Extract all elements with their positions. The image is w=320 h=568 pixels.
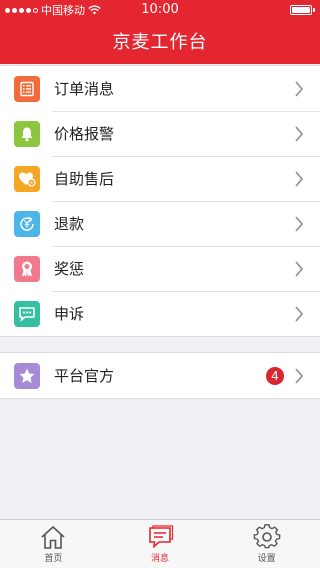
menu-item-label: 退款 bbox=[54, 215, 85, 233]
menu-item-price-alert[interactable]: 价格报警 bbox=[0, 111, 320, 156]
tab-settings[interactable]: 设置 bbox=[213, 520, 320, 568]
tab-label: 设置 bbox=[257, 554, 276, 564]
menu-item-refund[interactable]: 退款 bbox=[0, 201, 320, 246]
tab-messages[interactable]: 消息 bbox=[107, 520, 214, 568]
menu-item-label: 申诉 bbox=[54, 305, 85, 323]
menu-item-appeal[interactable]: 申诉 bbox=[0, 291, 320, 336]
home-icon bbox=[41, 525, 65, 549]
menu-item-platform-official[interactable]: 平台官方 4 bbox=[0, 353, 320, 398]
page-title: 京麦工作台 bbox=[112, 32, 208, 53]
official-list: 平台官方 4 bbox=[0, 352, 320, 399]
chevron-right-icon bbox=[295, 260, 304, 277]
message-icon bbox=[149, 525, 174, 549]
menu-item-reward-penalty[interactable]: 奖惩 bbox=[0, 246, 320, 291]
order-list-icon bbox=[14, 75, 40, 102]
tab-label: 消息 bbox=[151, 554, 170, 564]
chevron-right-icon bbox=[295, 170, 304, 187]
unread-count-badge: 4 bbox=[266, 366, 284, 385]
tab-label: 首页 bbox=[44, 554, 63, 564]
refund-yen-icon bbox=[14, 210, 40, 237]
heart-icon bbox=[14, 165, 40, 192]
menu-item-label: 平台官方 bbox=[54, 367, 115, 385]
menu-item-label: 订单消息 bbox=[54, 80, 115, 98]
chevron-right-icon bbox=[295, 80, 304, 97]
chevron-right-icon bbox=[295, 305, 304, 322]
tab-home[interactable]: 首页 bbox=[0, 520, 107, 568]
chevron-right-icon bbox=[295, 215, 304, 232]
menu-item-self-service[interactable]: 自助售后 bbox=[0, 156, 320, 201]
status-time: 10:00 bbox=[141, 2, 179, 17]
menu-item-label: 奖惩 bbox=[54, 260, 85, 278]
bell-icon bbox=[14, 120, 40, 147]
chevron-right-icon bbox=[295, 125, 304, 142]
star-icon bbox=[14, 362, 40, 389]
menu-item-order[interactable]: 订单消息 bbox=[0, 66, 320, 111]
menu-list: 订单消息 价格报警 自助售后 退款 奖惩 申诉 bbox=[0, 65, 320, 337]
gear-icon bbox=[253, 524, 281, 549]
menu-item-label: 自助售后 bbox=[54, 170, 115, 188]
chat-bubble-icon bbox=[14, 300, 40, 327]
top-bar: 中国移动 10:00 京麦工作台 bbox=[0, 0, 320, 64]
tab-bar: 首页 消息 设置 bbox=[0, 519, 320, 568]
award-ribbon-icon bbox=[14, 255, 40, 282]
chevron-right-icon bbox=[295, 367, 304, 384]
menu-item-label: 价格报警 bbox=[54, 125, 115, 143]
